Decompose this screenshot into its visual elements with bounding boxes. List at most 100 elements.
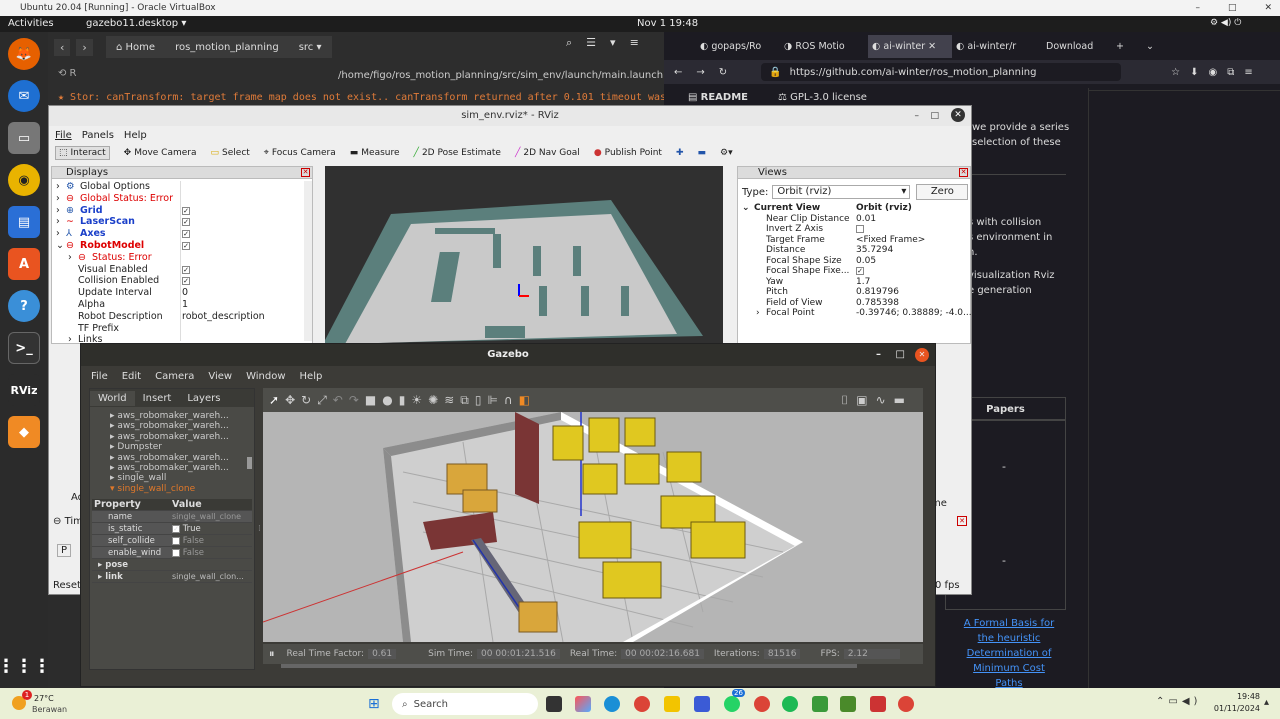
terminal-icon[interactable]: >_ [8, 332, 40, 364]
view-prop-row[interactable]: Invert Z Axis [738, 224, 970, 235]
paste-icon[interactable]: ▯ [475, 393, 482, 407]
back-button[interactable]: ‹ [54, 38, 71, 56]
gz-prop-row[interactable]: name single_wall_clone [92, 511, 252, 523]
gazebo-icon[interactable]: ◆ [8, 416, 40, 448]
gz-tree-scrollbar[interactable] [247, 457, 252, 469]
gazebo-maximize-button[interactable]: □ [896, 344, 905, 366]
view-prop-row[interactable]: Yaw 1.7 [738, 277, 970, 288]
view-prop-row[interactable]: ⌄ Current View Orbit (rviz) [738, 203, 970, 214]
gz-menu-file[interactable]: File [91, 371, 108, 382]
app-menu[interactable]: gazebo11.desktop ▾ [86, 18, 186, 29]
display-row-axes[interactable]: › ⅄ Axes ✓ [52, 228, 304, 240]
show-apps-icon[interactable]: ⋮⋮⋮ [0, 650, 51, 682]
rotate-mode-icon[interactable]: ↻ [301, 393, 311, 407]
display-row-collision-enabled[interactable]: Collision Enabled ✓ [52, 275, 304, 287]
is-static-checkbox[interactable]: ✓ [172, 524, 180, 533]
axes-checkbox[interactable]: ✓ [182, 230, 190, 239]
display-row-global-status[interactable]: › ⊖ Global Status: Error [52, 193, 304, 205]
pause-icon[interactable]: ⏸ [269, 647, 275, 661]
view-options-icon[interactable]: ▾ [610, 36, 616, 50]
files-icon[interactable]: ▭ [8, 122, 40, 154]
grid-checkbox[interactable]: ✓ [182, 206, 190, 215]
gz-menu-camera[interactable]: Camera [155, 371, 194, 382]
app-icon[interactable] [812, 696, 828, 712]
gz-splitter[interactable]: ⁞ [258, 524, 261, 534]
gazebo-3d-viewport[interactable] [263, 412, 923, 642]
directional-light-icon[interactable]: ≋ [444, 393, 454, 407]
display-row-robotmodel[interactable]: ⌄ ⊖ RobotModel ✓ [52, 240, 304, 252]
view-type-select[interactable]: Orbit (rviz) ▾ [772, 185, 911, 199]
taskbar-date[interactable]: 01/11/2024 [1200, 704, 1260, 713]
gz-tab-layers[interactable]: Layers [179, 391, 228, 406]
gz-tree-item[interactable]: ▸ aws_robomaker_wareh... [110, 432, 246, 442]
align-icon[interactable]: ⊫ [487, 393, 497, 407]
gz-prop-row[interactable]: self_collide False [92, 535, 252, 547]
tab-1[interactable]: ◐ gopaps/Ro [700, 41, 784, 52]
display-row-laserscan[interactable]: › ∼ LaserScan ✓ [52, 216, 304, 228]
activities-button[interactable]: Activities [8, 18, 54, 29]
view-prop-row[interactable]: Focal Shape Size 0.05 [738, 256, 970, 267]
gazebo-close-button[interactable]: ✕ [915, 348, 929, 362]
display-row-alpha[interactable]: Alpha 1 [52, 299, 304, 311]
views-close-icon[interactable]: ✕ [959, 168, 968, 177]
hamburger-menu-icon[interactable]: ≡ [630, 36, 639, 50]
help-icon[interactable]: ? [8, 290, 40, 322]
focal-shape-fixed-checkbox[interactable]: ✓ [856, 267, 864, 275]
collision-enabled-checkbox[interactable]: ✓ [182, 277, 190, 286]
tool-move-camera[interactable]: ✥ Move Camera [124, 148, 197, 158]
tool-2d-pose-estimate[interactable]: ╱ 2D Pose Estimate [414, 148, 501, 158]
license-tab[interactable]: ⚖ GPL-3.0 license [778, 92, 867, 103]
view-prop-row[interactable]: › Focal Point -0.39746; 0.38889; -4.0... [738, 308, 972, 319]
app-icon-2[interactable] [840, 696, 856, 712]
virtualbox-icon[interactable] [694, 696, 710, 712]
rviz-close-button[interactable]: ✕ [951, 108, 965, 122]
rviz-minimize-button[interactable]: – [915, 106, 920, 126]
whatsapp-icon[interactable] [724, 696, 740, 712]
gz-menu-view[interactable]: View [208, 371, 232, 382]
search-box[interactable]: ⌕ Search [392, 693, 538, 715]
breadcrumb-home[interactable]: ⌂ Home [116, 42, 155, 53]
explorer-icon[interactable] [664, 696, 680, 712]
app-icon-3[interactable] [870, 696, 886, 712]
view-prop-row[interactable]: Focal Shape Fixe... ✓ [738, 266, 970, 277]
tab-5[interactable]: Download [1046, 41, 1116, 52]
display-row-global-options[interactable]: › ⚙ Global Options [52, 181, 304, 193]
toolbar-icons[interactable]: ☆⬇◉⧉≡ [1171, 67, 1263, 78]
taskbar-time[interactable]: 19:48 [1212, 692, 1260, 701]
reload-icon[interactable]: ↻ [719, 67, 727, 78]
view-prop-row[interactable]: Target Frame <Fixed Frame> [738, 235, 970, 246]
tool-2d-nav-goal[interactable]: ╱ 2D Nav Goal [515, 148, 580, 158]
chrome-icon-3[interactable] [898, 696, 914, 712]
gz-horizontal-scrollbar[interactable] [281, 664, 857, 668]
breadcrumb-path2[interactable]: src ▾ [299, 42, 322, 53]
view-prop-row[interactable]: Pitch 0.819796 [738, 287, 970, 298]
displays-scrollbar[interactable] [304, 181, 312, 341]
notification-icon[interactable]: ▴ [1264, 697, 1269, 708]
translate-mode-icon[interactable]: ✥ [285, 393, 295, 407]
gz-tab-insert[interactable]: Insert [135, 391, 180, 406]
copy-icon[interactable]: ⧉ [460, 393, 469, 408]
display-row-grid[interactable]: › ⊕ Grid ✓ [52, 205, 304, 217]
gz-tree-item[interactable]: ▸ aws_robomaker_wareh... [110, 463, 246, 473]
rviz-maximize-button[interactable]: □ [930, 106, 939, 126]
tab-2[interactable]: ◑ ROS Motio [784, 41, 868, 52]
gz-prop-row[interactable]: ▸ pose [92, 559, 252, 571]
gazebo-minimize-button[interactable]: – [876, 344, 881, 366]
url-bar[interactable]: 🔒 https://github.com/ai-winter/ros_motio… [761, 63, 1122, 81]
edge-icon[interactable] [604, 696, 620, 712]
task-view-icon[interactable] [546, 696, 562, 712]
point-light-icon[interactable]: ☀ [411, 393, 422, 407]
menu-help[interactable]: Help [124, 130, 147, 141]
add-tool-icon[interactable]: ✚ [676, 148, 684, 158]
breadcrumb-path1[interactable]: ros_motion_planning [175, 42, 279, 53]
pause-button-fragment[interactable]: P [57, 544, 72, 557]
select-mode-icon[interactable]: ➚ [269, 393, 279, 407]
menu-file[interactable]: File [55, 130, 72, 141]
windows-start-icon[interactable]: ⊞ [368, 696, 380, 712]
copilot-icon[interactable] [575, 696, 591, 712]
tool-focus-camera[interactable]: ⌖ Focus Camera [264, 148, 336, 158]
gz-menu-help[interactable]: Help [300, 371, 323, 382]
cylinder-shape-icon[interactable]: ▮ [399, 393, 406, 407]
firefox-icon[interactable]: 🦊 [8, 38, 40, 70]
robotmodel-checkbox[interactable]: ✓ [182, 241, 190, 250]
